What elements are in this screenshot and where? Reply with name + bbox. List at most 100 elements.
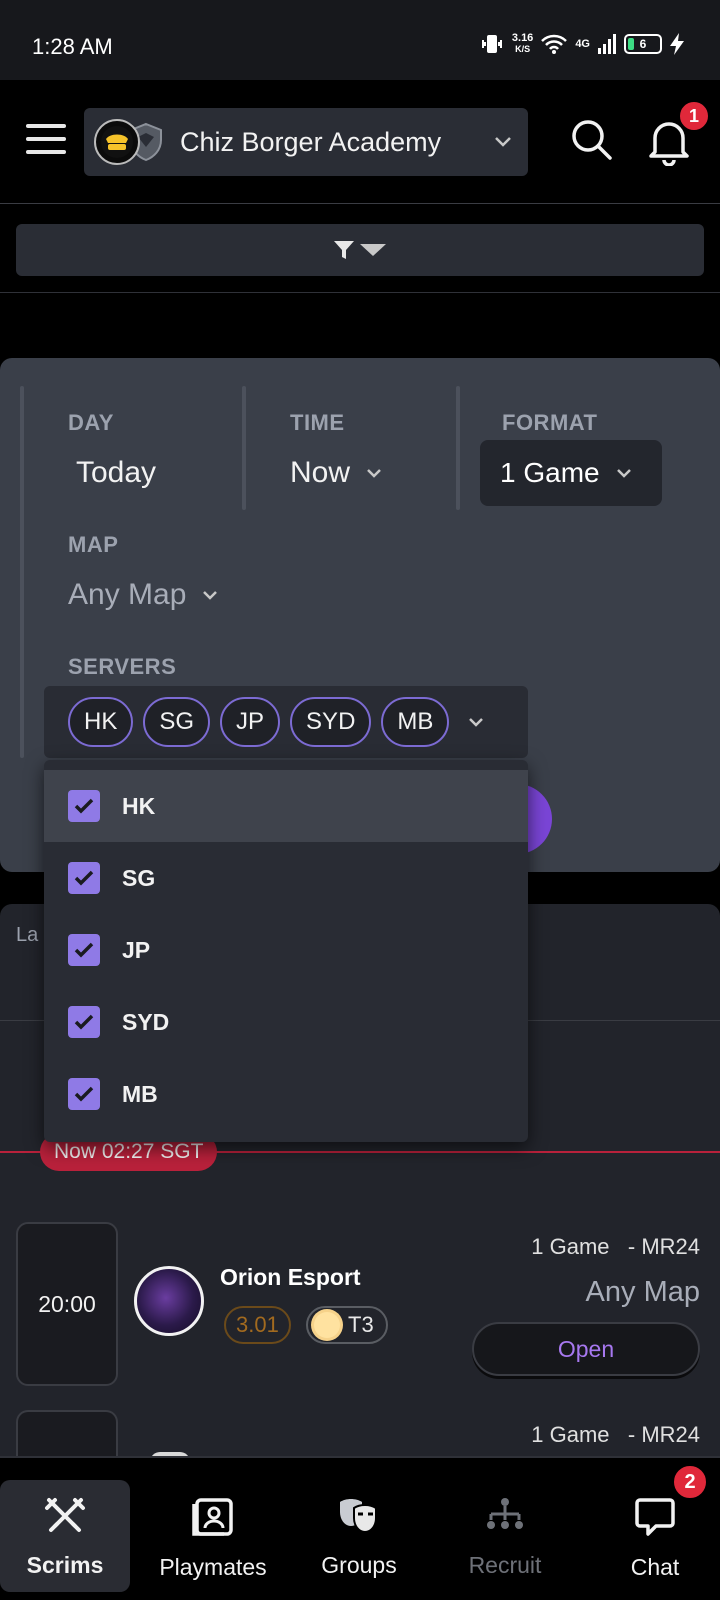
battery-level: 6 bbox=[639, 37, 647, 51]
menu-line-icon bbox=[26, 137, 66, 141]
day-select[interactable]: Today bbox=[76, 456, 156, 490]
bottom-nav: Scrims Playmates Groups Recruit Chat bbox=[0, 1456, 720, 1600]
server-option-label: SYD bbox=[122, 1008, 170, 1035]
team-selector[interactable]: Chiz Borger Academy bbox=[84, 108, 528, 176]
divider bbox=[20, 386, 24, 758]
time-label: TIME bbox=[290, 410, 345, 435]
scrim-map: Any Map bbox=[585, 1276, 700, 1308]
chevron-down-icon bbox=[367, 469, 381, 478]
scrim-format: 1 Game - MR24 bbox=[531, 1234, 700, 1260]
chevron-down-icon bbox=[616, 469, 631, 478]
nav-label: Recruit bbox=[468, 1552, 542, 1578]
search-icon bbox=[572, 120, 612, 160]
net-speed-value: 3.16 bbox=[511, 32, 534, 44]
format-value: 1 Game bbox=[500, 457, 600, 488]
nav-groups[interactable]: Groups bbox=[294, 1480, 424, 1592]
checkbox-checked-icon[interactable] bbox=[68, 1078, 100, 1110]
time-select[interactable]: Now bbox=[290, 456, 384, 490]
network-type: 4G bbox=[575, 38, 590, 50]
servers-dropdown: HK SG JP SYD MB bbox=[44, 760, 528, 1142]
nav-label: Chat bbox=[630, 1554, 680, 1580]
notification-badge: 1 bbox=[678, 100, 710, 132]
format-text: 1 Game bbox=[531, 1234, 610, 1259]
format-text: 1 Game bbox=[531, 1422, 610, 1447]
map-value: Any Map bbox=[68, 578, 187, 611]
time-value: Now bbox=[290, 456, 351, 489]
chevron-down-icon bbox=[203, 591, 218, 600]
sun-icon bbox=[314, 1312, 340, 1338]
scrim-format: 1 Game - MR24 bbox=[531, 1422, 700, 1448]
crossed-swords-icon bbox=[45, 1498, 85, 1532]
team-logo bbox=[94, 119, 140, 165]
checkbox-checked-icon[interactable] bbox=[68, 790, 100, 822]
charging-icon bbox=[670, 33, 684, 55]
chevron-down-icon bbox=[495, 137, 511, 147]
checkbox-checked-icon[interactable] bbox=[68, 934, 100, 966]
server-chip-mb[interactable]: MB bbox=[381, 697, 450, 747]
divider bbox=[242, 386, 246, 510]
wifi-icon bbox=[541, 34, 568, 54]
team-name: Chiz Borger Academy bbox=[180, 126, 442, 157]
nav-label: Playmates bbox=[159, 1554, 267, 1580]
nav-recruit[interactable]: Recruit bbox=[440, 1480, 570, 1592]
server-option-label: SG bbox=[122, 864, 156, 891]
open-scrim-button[interactable]: Open bbox=[472, 1322, 700, 1376]
server-option-sg[interactable]: SG bbox=[44, 842, 528, 914]
divider bbox=[456, 386, 460, 510]
server-version: - MR24 bbox=[627, 1422, 700, 1447]
menu-line-icon bbox=[26, 124, 66, 128]
server-option-label: HK bbox=[122, 792, 156, 819]
battery-icon: 6 bbox=[624, 34, 662, 54]
tier-badge: T3 bbox=[306, 1306, 388, 1344]
team-avatar[interactable] bbox=[134, 1266, 204, 1336]
server-version: - MR24 bbox=[627, 1234, 700, 1259]
chevron-down-icon bbox=[469, 718, 484, 727]
caret-down-icon bbox=[360, 244, 386, 256]
nav-chat[interactable]: Chat bbox=[590, 1480, 720, 1592]
server-option-label: MB bbox=[122, 1080, 158, 1107]
rating-badge: 3.01 bbox=[224, 1306, 291, 1344]
org-chart-icon bbox=[487, 1498, 523, 1529]
nav-playmates[interactable]: Playmates bbox=[148, 1480, 278, 1592]
server-option-hk[interactable]: HK bbox=[44, 770, 528, 842]
server-chip-hk[interactable]: HK bbox=[68, 697, 134, 747]
contact-card-icon bbox=[192, 1498, 233, 1536]
map-label: MAP bbox=[68, 532, 119, 557]
app-header: Chiz Borger Academy bbox=[0, 80, 720, 204]
filter-icon bbox=[334, 241, 354, 259]
team-name[interactable]: Orion Esport bbox=[220, 1264, 361, 1291]
nav-scrims[interactable]: Scrims bbox=[0, 1480, 130, 1592]
server-chip-syd[interactable]: SYD bbox=[290, 697, 372, 747]
server-option-syd[interactable]: SYD bbox=[44, 986, 528, 1058]
day-label: DAY bbox=[68, 410, 114, 435]
nav-label: Groups bbox=[321, 1552, 397, 1578]
server-chip-sg[interactable]: SG bbox=[143, 697, 211, 747]
servers-label: SERVERS bbox=[68, 654, 177, 679]
server-option-mb[interactable]: MB bbox=[44, 1058, 528, 1130]
scrim-time: 20:00 bbox=[16, 1222, 118, 1386]
net-speed-unit: K/S bbox=[515, 44, 531, 54]
status-icons: 3.16 K/S 4G 6 bbox=[480, 32, 684, 56]
server-option-label: JP bbox=[122, 936, 151, 963]
server-chip-jp[interactable]: JP bbox=[220, 697, 281, 747]
chat-badge: 2 bbox=[672, 1464, 708, 1500]
status-time: 1:28 AM bbox=[32, 34, 113, 59]
checkbox-checked-icon[interactable] bbox=[68, 1006, 100, 1038]
status-bar: 1:28 AM 3.16 K/S 4G 6 bbox=[0, 0, 720, 80]
server-option-jp[interactable]: JP bbox=[44, 914, 528, 986]
net-speed: 3.16 K/S bbox=[512, 33, 533, 55]
nav-label: Scrims bbox=[26, 1552, 104, 1578]
servers-select[interactable]: HK SG JP SYD MB bbox=[44, 686, 528, 758]
checkbox-checked-icon[interactable] bbox=[68, 862, 100, 894]
menu-line-icon bbox=[26, 150, 66, 154]
chat-bubble-icon bbox=[635, 1498, 675, 1536]
last-updated-text: La bbox=[16, 924, 39, 946]
menu-button[interactable] bbox=[26, 124, 66, 156]
day-value: Today bbox=[76, 456, 157, 489]
search-button[interactable] bbox=[570, 118, 614, 167]
filter-toggle[interactable] bbox=[16, 224, 704, 276]
format-select[interactable]: 1 Game bbox=[480, 440, 662, 506]
map-select[interactable]: Any Map bbox=[68, 578, 220, 612]
divider bbox=[0, 292, 720, 293]
masks-icon bbox=[340, 1499, 377, 1534]
